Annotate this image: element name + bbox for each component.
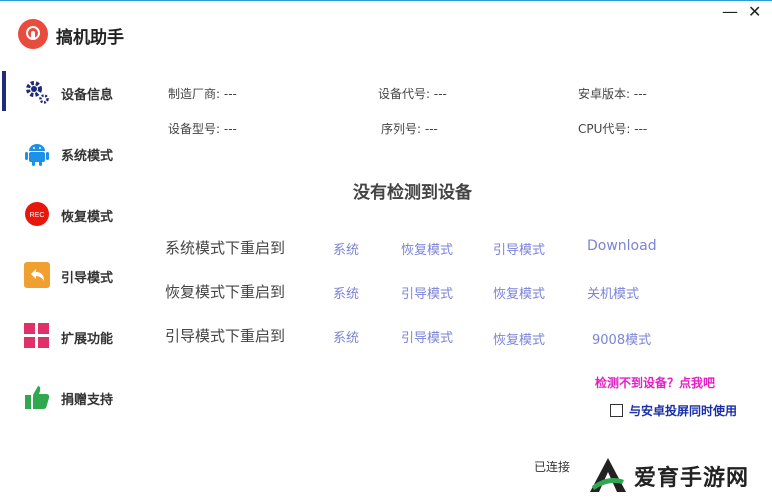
android-icon [25,144,49,166]
reboot-row-label-system: 系统模式下重启到 [165,239,286,257]
reboot-row-label-bootloader: 引导模式下重启到 [165,327,286,345]
app-logo-icon [18,19,48,49]
screen-cast-checkbox-label[interactable]: 与安卓投屏同时使用 [629,402,737,419]
reboot-bootloader-to-bootloader[interactable]: 引导模式 [401,327,453,346]
active-indicator [2,71,6,111]
reboot-system-to-bootloader[interactable]: 引导模式 [493,239,545,258]
watermark: 爱育手游网 [586,452,772,496]
codename-info: 设备代号: --- [378,87,447,101]
grid-icon [24,323,49,348]
reboot-system-to-download[interactable]: Download [587,238,657,254]
reboot-recovery-to-recovery[interactable]: 恢复模式 [493,283,545,302]
back-arrow-icon [24,262,50,288]
reboot-bootloader-to-9008[interactable]: 9008模式 [592,329,651,348]
reboot-system-to-recovery[interactable]: 恢复模式 [401,239,453,258]
android-version-info: 安卓版本: --- [578,87,647,101]
reboot-bootloader-to-recovery[interactable]: 恢复模式 [493,329,545,348]
reboot-bootloader-to-system[interactable]: 系统 [333,327,359,346]
gear-icon [26,81,49,104]
reboot-recovery-to-poweroff[interactable]: 关机模式 [587,283,639,302]
no-device-heading: 没有检测到设备 [353,183,472,203]
sidebar-item-donate[interactable]: 捐赠支持 [0,376,150,416]
minimize-button[interactable]: — [722,4,738,20]
manufacturer-info: 制造厂商: --- [168,87,237,101]
rec-icon: REC [25,202,49,226]
reboot-recovery-to-system[interactable]: 系统 [333,283,359,302]
close-button[interactable]: ✕ [748,4,761,20]
sidebar-item-label: 恢复模式 [61,210,114,225]
sidebar-item-label: 系统模式 [61,149,114,164]
thumbs-up-icon [25,386,50,409]
reboot-row-label-recovery: 恢复模式下重启到 [165,283,286,301]
sidebar-item-label: 设备信息 [61,88,114,103]
cpu-info: CPU代号: --- [578,122,648,136]
sidebar-item-device-info[interactable]: 设备信息 [0,71,150,111]
app-title: 搞机助手 [56,28,124,48]
reboot-system-to-system[interactable]: 系统 [333,239,359,258]
sidebar-item-label: 扩展功能 [61,332,114,347]
cannot-detect-help-link[interactable]: 检测不到设备？点我吧 [595,374,715,391]
sidebar-item-extensions[interactable]: 扩展功能 [0,315,150,355]
sidebar-item-system-mode[interactable]: 系统模式 [0,132,150,172]
serial-info: 序列号: --- [381,122,438,136]
screen-cast-checkbox[interactable] [610,404,623,417]
watermark-logo-icon [590,458,626,492]
sidebar-item-bootloader-mode[interactable]: 引导模式 [0,254,150,294]
sidebar-item-label: 捐赠支持 [61,393,114,408]
sidebar-item-recovery-mode[interactable]: REC 恢复模式 [0,193,150,233]
connection-status: 已连接 [534,460,571,474]
sidebar-item-label: 引导模式 [61,271,114,286]
window-top-border [0,0,772,1]
watermark-text: 爱育手游网 [634,466,750,491]
reboot-recovery-to-bootloader[interactable]: 引导模式 [401,283,453,302]
model-info: 设备型号: --- [168,122,237,136]
svg-text:REC: REC [30,212,45,219]
